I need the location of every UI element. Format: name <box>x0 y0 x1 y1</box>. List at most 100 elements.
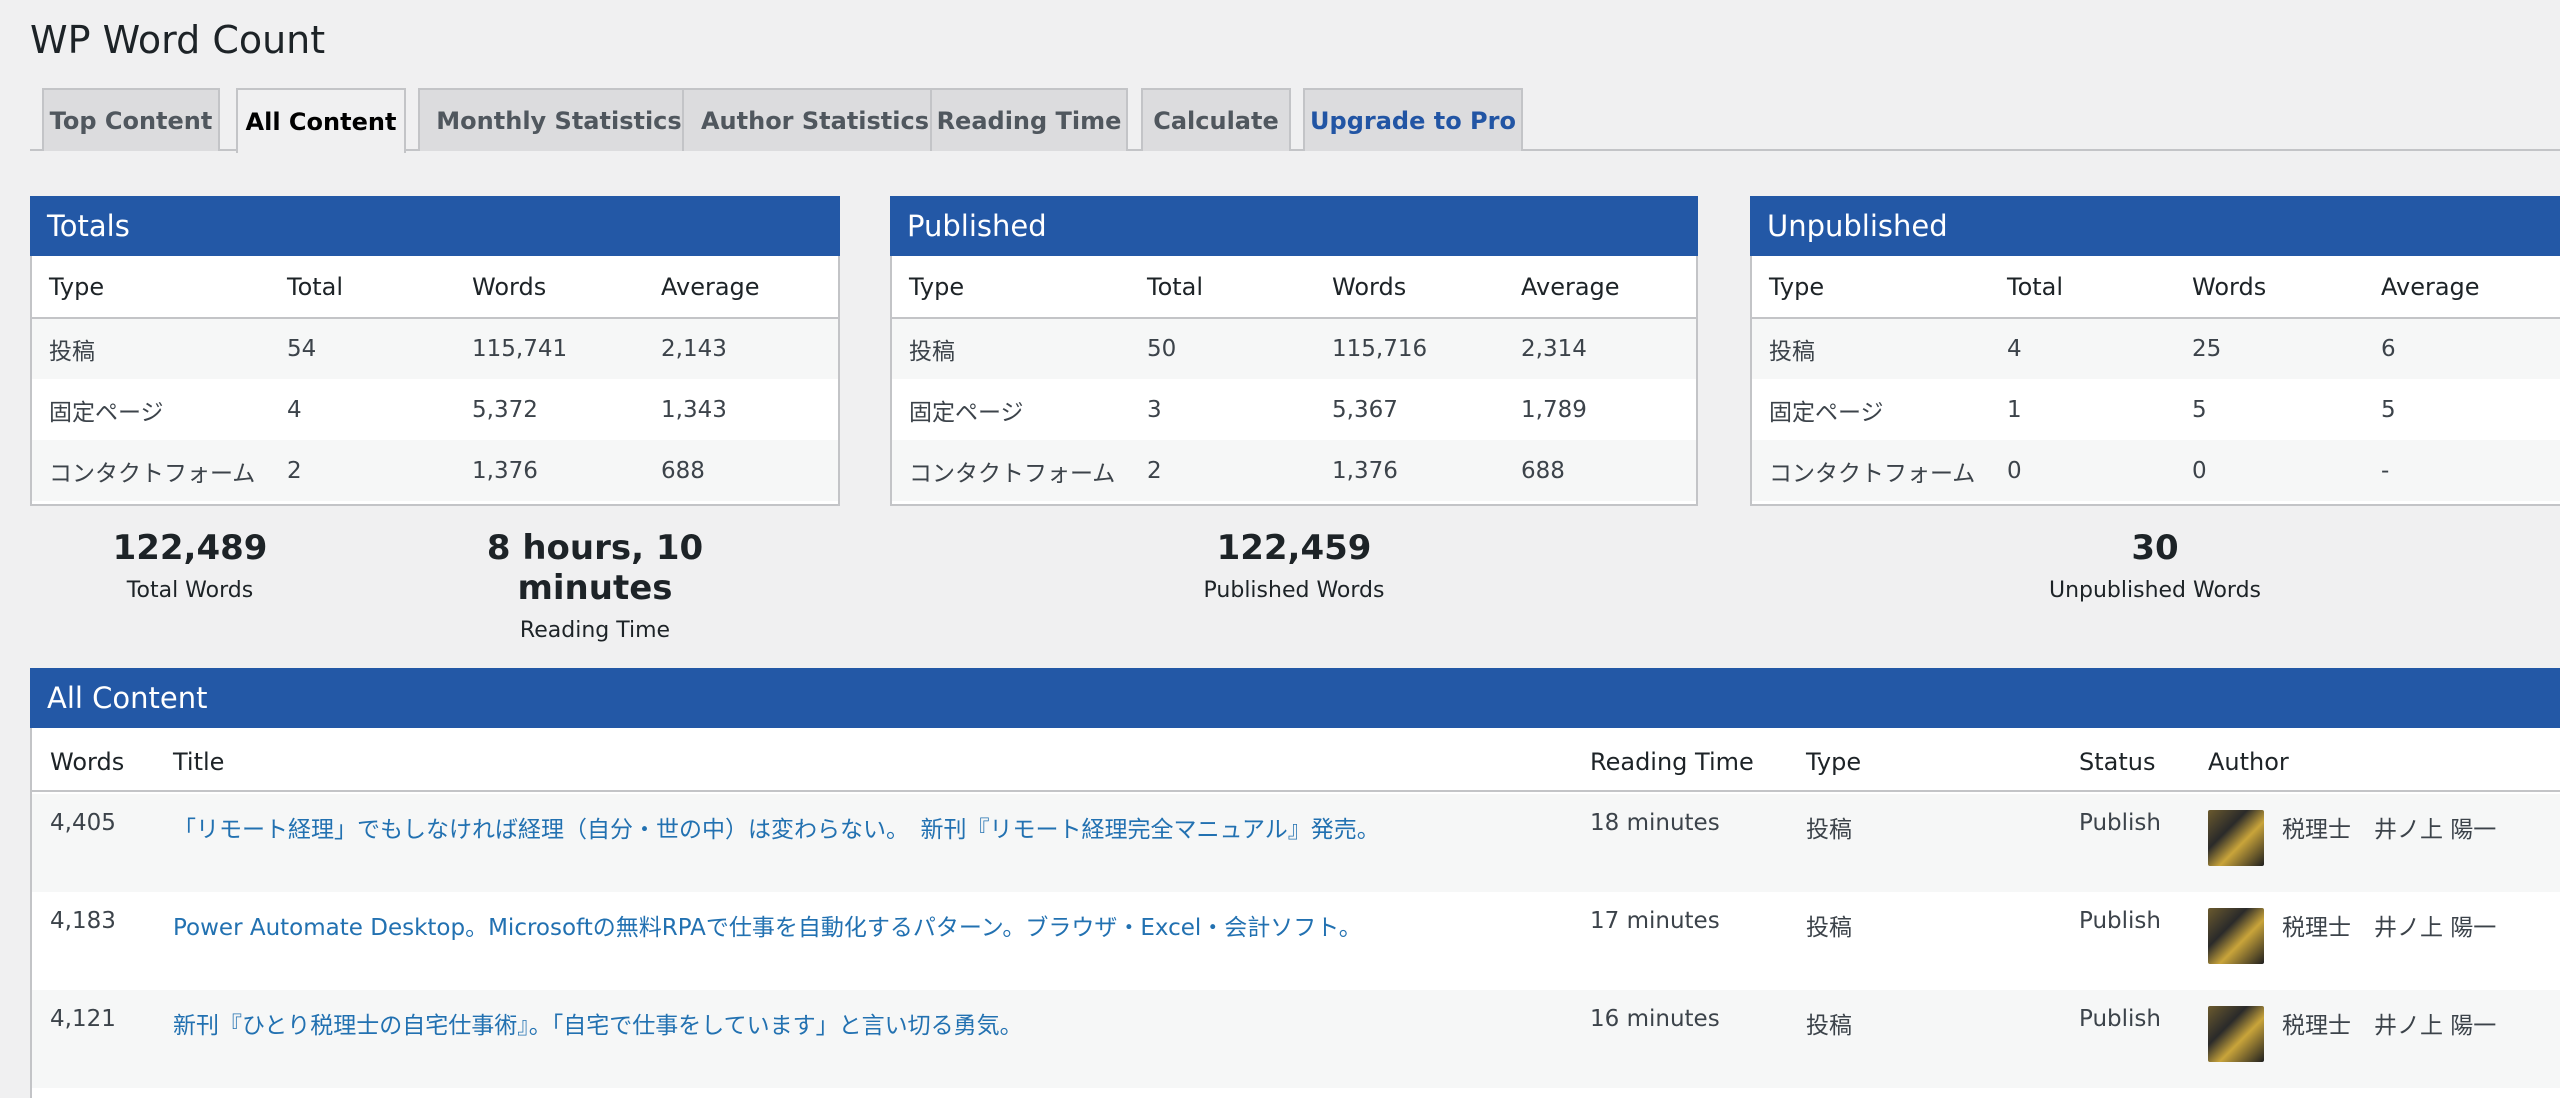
tab-all-content[interactable]: All Content <box>236 88 406 153</box>
table-header-row: Type Total Words Average <box>32 256 838 319</box>
published-words-value: 122,459 <box>1216 528 1372 568</box>
cell-type: 投稿 <box>892 318 1130 379</box>
table-row: コンタクトフォーム 2 1,376 688 <box>32 440 838 501</box>
cell-type: コンタクトフォーム <box>32 440 270 501</box>
reading-time-summary: 8 hours, 10 minutes Reading Time <box>420 528 770 643</box>
tab-top-content[interactable]: Top Content <box>42 88 220 151</box>
all-content-header-row: Words Title Reading Time Type Status Aut… <box>32 728 2560 792</box>
cell-status: Publish <box>2079 1006 2161 1032</box>
unpublished-words-label: Unpublished Words <box>2048 578 2262 603</box>
cell-type: コンタクトフォーム <box>1752 440 1990 501</box>
tab-monthly-statistics[interactable]: Monthly Statistics <box>418 88 700 151</box>
cell-average: 5 <box>2381 396 2396 423</box>
col-words: Words <box>1315 256 1504 319</box>
cell-total: 2 <box>1130 440 1315 501</box>
table-row: コンタクトフォーム 0 0 - <box>1752 440 2560 501</box>
cell-average: 2,314 <box>1504 318 1696 379</box>
cell-average: 688 <box>644 440 838 501</box>
cell-words: 1,376 <box>1315 440 1504 501</box>
all-content-title: All Content <box>30 668 2560 728</box>
cell-total: 4 <box>287 396 302 423</box>
col-words[interactable]: Words <box>50 748 124 776</box>
cell-type: 投稿 <box>1752 318 1990 379</box>
table-row: 4,121 新刊『ひとり税理士の自宅仕事術』。「自宅で仕事をしています」と言い切… <box>32 990 2560 1088</box>
totals-panel-title: Totals <box>30 196 840 256</box>
tab-author-statistics[interactable]: Author Statistics <box>682 88 948 151</box>
cell-author: 税理士 井ノ上 陽一 <box>2282 1013 2497 1039</box>
table-row: 投稿 4 25 6 <box>1752 318 2560 379</box>
col-status[interactable]: Status <box>2079 748 2155 776</box>
cell-type: 投稿 <box>1806 817 1852 843</box>
table-header-row: Type Total Words Average <box>1752 256 2560 319</box>
published-panel-title: Published <box>890 196 1698 256</box>
cell-words: 5,367 <box>1332 396 1398 423</box>
avatar <box>2208 810 2264 866</box>
cell-type: 投稿 <box>1806 915 1852 941</box>
col-total: Total <box>270 256 455 319</box>
all-content-panel: All Content Words Title Reading Time Typ… <box>30 668 2560 1098</box>
tab-calculate[interactable]: Calculate <box>1141 88 1291 151</box>
col-words: Words <box>2175 256 2364 319</box>
cell-type: 投稿 <box>1806 1013 1852 1039</box>
cell-reading-time: 17 minutes <box>1590 908 1720 934</box>
table-header-row: Type Total Words Average <box>892 256 1696 319</box>
cell-average: 6 <box>2364 318 2560 379</box>
unpublished-table: Type Total Words Average 投稿 4 25 6 固定ページ… <box>1752 256 2560 501</box>
table-row: コンタクトフォーム 2 1,376 688 <box>892 440 1696 501</box>
cell-status: Publish <box>2079 908 2161 934</box>
tab-upgrade-to-pro[interactable]: Upgrade to Pro <box>1303 88 1523 151</box>
col-total: Total <box>1990 256 2175 319</box>
table-row: 固定ページ 3 5,367 1,789 <box>892 379 1696 440</box>
published-table: Type Total Words Average 投稿 50 115,716 2… <box>892 256 1696 501</box>
cell-total: 0 <box>1990 440 2175 501</box>
col-type: Type <box>32 256 270 319</box>
page-title: WP Word Count <box>30 18 326 62</box>
cell-words: 4,183 <box>50 908 116 934</box>
cell-type: 投稿 <box>32 318 270 379</box>
avatar <box>2208 1006 2264 1062</box>
table-row: 固定ページ 1 5 5 <box>1752 379 2560 440</box>
post-title-link[interactable]: 「リモート経理」でもしなければ経理（自分・世の中）は変わらない。 新刊『リモート… <box>173 810 1380 844</box>
cell-words: 25 <box>2175 318 2364 379</box>
cell-words: 5 <box>2192 396 2207 423</box>
cell-reading-time: 16 minutes <box>1590 1006 1720 1032</box>
table-row: 投稿 54 115,741 2,143 <box>32 318 838 379</box>
cell-type: 固定ページ <box>1769 399 1884 426</box>
cell-words: 115,716 <box>1315 318 1504 379</box>
total-words-label: Total Words <box>126 578 254 603</box>
avatar <box>2208 908 2264 964</box>
totals-table: Type Total Words Average 投稿 54 115,741 2… <box>32 256 838 501</box>
table-row: 4,183 Power Automate Desktop。Microsoftの無… <box>32 892 2560 990</box>
table-row: 4,405 「リモート経理」でもしなければ経理（自分・世の中）は変わらない。 新… <box>32 794 2560 892</box>
cell-words: 0 <box>2175 440 2364 501</box>
post-title-link[interactable]: 新刊『ひとり税理士の自宅仕事術』。「自宅で仕事をしています」と言い切る勇気。 <box>173 1006 1023 1040</box>
col-type[interactable]: Type <box>1806 748 1861 776</box>
cell-reading-time: 18 minutes <box>1590 810 1720 836</box>
cell-total: 3 <box>1147 396 1162 423</box>
col-type: Type <box>1752 256 1990 319</box>
cell-average: 1,789 <box>1521 396 1587 423</box>
table-row: 投稿 50 115,716 2,314 <box>892 318 1696 379</box>
reading-time-label: Reading Time <box>519 618 671 643</box>
cell-total: 4 <box>1990 318 2175 379</box>
cell-average: 688 <box>1504 440 1696 501</box>
post-title-link[interactable]: Power Automate Desktop。Microsoftの無料RPAで仕… <box>173 908 1362 942</box>
unpublished-panel: Unpublished Type Total Words Average 投稿 … <box>1750 196 2560 506</box>
published-panel: Published Type Total Words Average 投稿 50… <box>890 196 1698 506</box>
cell-average: 2,143 <box>644 318 838 379</box>
col-author[interactable]: Author <box>2208 748 2289 776</box>
cell-author: 税理士 井ノ上 陽一 <box>2282 817 2497 843</box>
col-type: Type <box>892 256 1130 319</box>
cell-total: 50 <box>1130 318 1315 379</box>
col-title[interactable]: Title <box>173 748 224 776</box>
col-reading-time[interactable]: Reading Time <box>1590 748 1754 776</box>
cell-author: 税理士 井ノ上 陽一 <box>2282 915 2497 941</box>
tab-reading-time[interactable]: Reading Time <box>930 88 1128 151</box>
cell-type: 固定ページ <box>49 399 164 426</box>
unpublished-panel-title: Unpublished <box>1750 196 2560 256</box>
total-words-summary: 122,489 Total Words <box>90 528 290 603</box>
total-words-value: 122,489 <box>112 528 268 568</box>
cell-words: 1,376 <box>455 440 644 501</box>
published-words-summary: 122,459 Published Words <box>1144 528 1444 603</box>
cell-average: 1,343 <box>661 396 727 423</box>
